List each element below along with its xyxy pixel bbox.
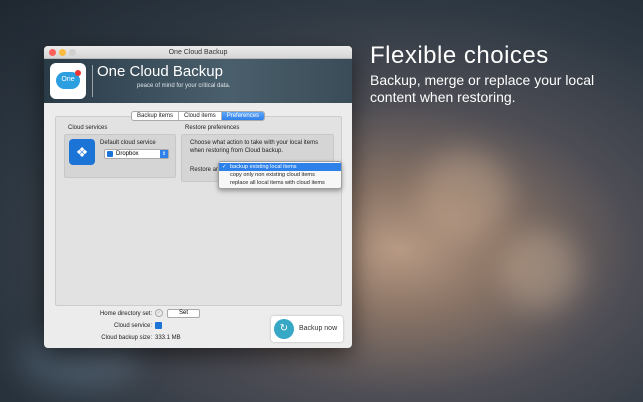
default-cloud-service-label: Default cloud service <box>100 140 156 146</box>
tab-backup-items[interactable]: Backup items <box>132 112 180 120</box>
restore-description: Choose what action to take with your loc… <box>190 140 319 154</box>
window-titlebar: One Cloud Backup <box>44 46 352 59</box>
tab-cloud-items[interactable]: Cloud items <box>179 112 222 120</box>
option-label: copy only non existing cloud items <box>230 172 315 178</box>
restore-preferences-heading: Restore preferences <box>185 125 240 131</box>
minimize-window-button[interactable] <box>59 49 66 56</box>
window-title: One Cloud Backup <box>168 49 228 56</box>
cloud-services-heading: Cloud services <box>68 125 108 131</box>
logo-badge-icon <box>75 70 81 76</box>
dropbox-icon: ❖ <box>69 139 95 165</box>
chevron-updown-icon: ⇕ <box>160 150 168 158</box>
option-backup-existing[interactable]: ✓ backup existing local items <box>219 163 341 171</box>
tab-bar: Backup items Cloud items Preferences <box>131 111 266 121</box>
checkmark-circle-icon: ✓ <box>155 309 163 317</box>
cloud-service-label: Cloud service: <box>113 323 152 329</box>
background-bokeh <box>500 230 580 310</box>
set-home-directory-button[interactable]: Set <box>167 309 200 318</box>
option-copy-non-existing[interactable]: copy only non existing cloud items <box>219 171 341 179</box>
dropbox-status-icon <box>155 322 162 329</box>
dropbox-mini-icon <box>107 151 113 157</box>
app-banner: One One Cloud Backup peace of mind for y… <box>44 59 352 103</box>
close-window-button[interactable] <box>49 49 56 56</box>
backup-now-button[interactable]: ↻ Backup now <box>271 316 343 342</box>
restore-options-dropdown: ✓ backup existing local items copy only … <box>218 161 342 189</box>
preferences-panel: Cloud services ❖ Default cloud service D… <box>55 116 342 306</box>
refresh-logo-icon: ↻ <box>274 319 294 339</box>
app-window: One Cloud Backup One One Cloud Backup pe… <box>44 46 352 348</box>
banner-app-name: One Cloud Backup <box>97 63 223 80</box>
tab-preferences[interactable]: Preferences <box>221 112 265 120</box>
banner-tagline: peace of mind for your critical data. <box>137 83 231 89</box>
cloud-backup-size-value: 333.1 MB <box>155 335 181 341</box>
cloud-service-selected-value: Dropbox <box>116 151 139 157</box>
promo-subtitle: Backup, merge or replace your local cont… <box>370 72 595 105</box>
zoom-window-button[interactable] <box>69 49 76 56</box>
promo-title: Flexible choices <box>370 42 549 69</box>
app-logo-icon: One <box>50 63 86 99</box>
cloud-backup-size-label: Cloud backup size: <box>101 335 152 341</box>
cloud-service-select[interactable]: Dropbox ⇕ <box>104 149 169 159</box>
option-replace-all[interactable]: replace all local items with cloud items <box>219 179 341 187</box>
restore-as-label: Restore an <box>190 167 220 173</box>
app-logo-text: One <box>61 76 75 83</box>
checkmark-icon: ✓ <box>222 164 227 170</box>
home-directory-label: Home directory set: <box>99 311 152 317</box>
cloud-services-box: ❖ Default cloud service Dropbox ⇕ <box>64 134 176 178</box>
background-bokeh <box>420 150 510 240</box>
option-label: replace all local items with cloud items <box>230 180 325 186</box>
option-label: backup existing local items <box>230 164 297 170</box>
backup-now-label: Backup now <box>299 325 338 332</box>
banner-divider <box>92 65 93 97</box>
